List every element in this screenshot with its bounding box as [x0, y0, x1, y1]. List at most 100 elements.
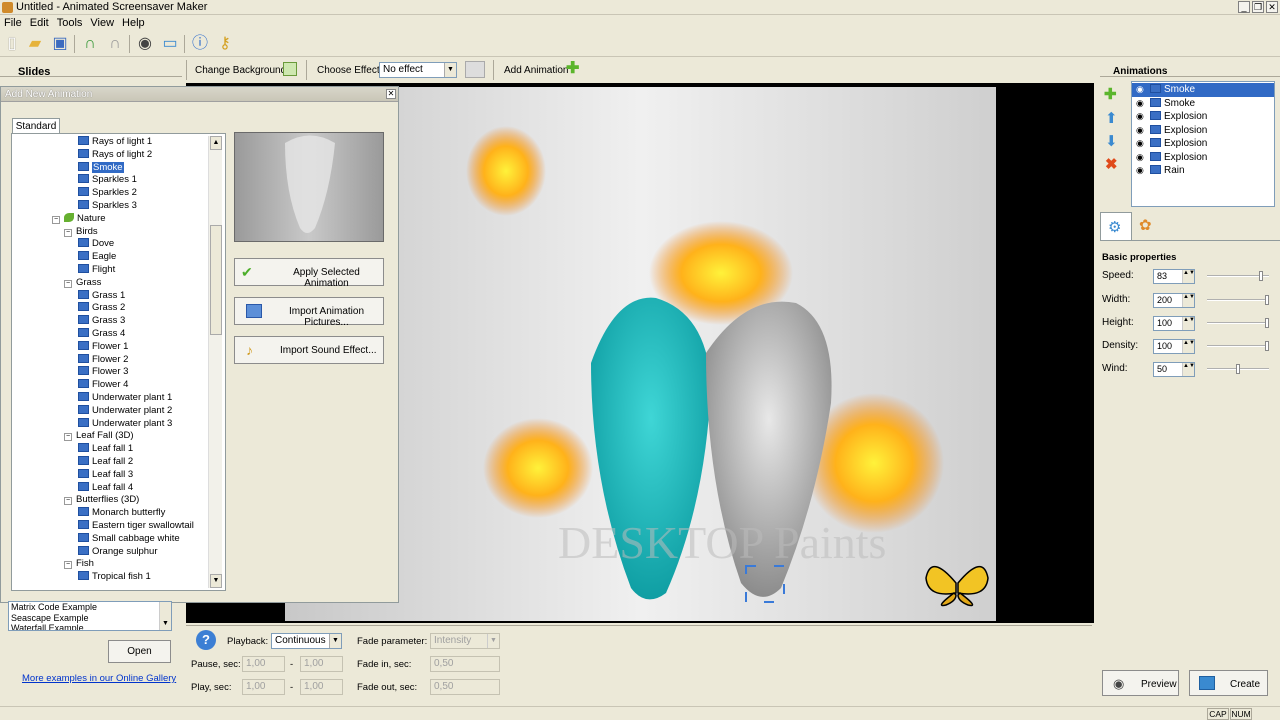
slider-thumb[interactable]	[1265, 341, 1269, 351]
tree-item[interactable]: Leaf fall 4	[14, 481, 210, 495]
open-folder-icon[interactable]: ▰	[25, 34, 45, 54]
visibility-eye-icon[interactable]: ◉	[1136, 151, 1148, 165]
property-slider[interactable]	[1207, 341, 1269, 351]
import-animation-pictures-button[interactable]: Import Animation Pictures...	[234, 297, 384, 328]
examples-list[interactable]: Matrix Code Example Seascape Example Wat…	[8, 601, 172, 631]
tab-basic-properties[interactable]: ⚙	[1100, 212, 1132, 240]
slider-thumb[interactable]	[1265, 295, 1269, 305]
tree-item[interactable]: Small cabbage white	[14, 532, 210, 546]
tree-item[interactable]: Sparkles 1	[14, 174, 210, 187]
tree-item[interactable]: Underwater plant 3	[14, 417, 210, 431]
play-from-input[interactable]: 1,00	[242, 679, 285, 695]
spinner-arrows-icon[interactable]: ▲▼	[1182, 294, 1195, 307]
collapse-toggle-icon[interactable]: −	[64, 497, 72, 506]
tree-item[interactable]: Rays of light 2	[14, 148, 210, 162]
slider-thumb[interactable]	[1265, 318, 1269, 328]
dialog-close-icon[interactable]: ✕	[386, 89, 396, 99]
tree-item[interactable]: − Birds	[14, 226, 210, 239]
fade-out-input[interactable]: 0,50	[430, 679, 500, 695]
tree-item[interactable]: Grass 2	[14, 302, 210, 315]
spinner-arrows-icon[interactable]: ▲▼	[1182, 270, 1195, 283]
animation-list-item[interactable]: ◉ Explosion	[1132, 151, 1274, 165]
save-icon[interactable]: ▣	[50, 34, 70, 54]
tree-item[interactable]: Grass 4	[14, 327, 210, 341]
visibility-eye-icon[interactable]: ◉	[1136, 164, 1148, 178]
add-plus-icon[interactable]: ✚	[566, 61, 579, 77]
scroll-thumb[interactable]	[210, 225, 222, 335]
effect-select[interactable]: No effect ▼	[379, 62, 457, 78]
preview-button[interactable]: ◉ Preview	[1102, 670, 1179, 696]
open-button[interactable]: Open	[108, 640, 171, 663]
add-animation-button[interactable]: Add Animation	[504, 65, 569, 76]
menu-edit[interactable]: Edit	[26, 15, 53, 31]
fade-parameter-select[interactable]: Intensity ▼	[430, 633, 500, 649]
scroll-down-icon[interactable]: ▼	[210, 574, 222, 588]
background-image-icon[interactable]	[283, 62, 297, 76]
tree-item[interactable]: Eastern tiger swallowtail	[14, 519, 210, 533]
menu-file[interactable]: File	[0, 15, 26, 31]
tree-item[interactable]: Leaf fall 2	[14, 455, 210, 469]
animation-list-item[interactable]: ◉ Explosion	[1132, 137, 1274, 151]
spinner-arrows-icon[interactable]: ▲▼	[1182, 317, 1195, 330]
key-icon[interactable]: ⚷	[215, 34, 235, 54]
explosion-sprite[interactable]	[466, 126, 546, 216]
visibility-eye-icon[interactable]: ◉	[1136, 137, 1148, 151]
tree-item[interactable]: Tropical fish 1	[14, 571, 210, 584]
tree-item[interactable]: Eagle	[14, 251, 210, 264]
slider-thumb[interactable]	[1236, 364, 1240, 374]
animation-tree[interactable]: Rays of light 1 Rays of light 2 Smoke Spark…	[14, 136, 210, 588]
tree-item[interactable]: Dove	[14, 238, 210, 251]
tree-item[interactable]: Flower 3	[14, 366, 210, 379]
play-to-input[interactable]: 1,00	[300, 679, 343, 695]
tree-item[interactable]: Underwater plant 2	[14, 404, 210, 418]
tree-item[interactable]: − Grass	[14, 277, 210, 290]
property-spinner[interactable]: 50 ▲▼	[1153, 362, 1195, 377]
visibility-eye-icon[interactable]: ◉	[1136, 110, 1148, 124]
collapse-toggle-icon[interactable]: −	[64, 433, 72, 442]
tree-item[interactable]: Flower 2	[14, 353, 210, 367]
property-spinner[interactable]: 100 ▲▼	[1153, 316, 1195, 331]
tree-item[interactable]: − Leaf Fall (3D)	[14, 430, 210, 443]
animation-list-item[interactable]: ◉ Explosion	[1132, 110, 1274, 124]
add-animation-plus-icon[interactable]: ✚	[1104, 85, 1117, 103]
tree-item[interactable]: − Fish	[14, 558, 210, 571]
list-item[interactable]: Waterfall Example	[9, 623, 171, 630]
move-down-arrow-icon[interactable]: ⬇	[1105, 132, 1118, 150]
tree-item[interactable]: Flight	[14, 263, 210, 277]
tree-item[interactable]: Grass 1	[14, 289, 210, 303]
visibility-eye-icon[interactable]: ◉	[1136, 124, 1148, 138]
undo-icon[interactable]: ∩	[80, 34, 100, 54]
tree-item[interactable]: Underwater plant 1	[14, 391, 210, 405]
property-slider[interactable]	[1207, 295, 1269, 305]
property-slider[interactable]	[1207, 271, 1269, 281]
minimize-icon[interactable]: _	[1238, 1, 1250, 13]
animation-list-item[interactable]: ◉ Smoke	[1132, 97, 1274, 111]
collapse-toggle-icon[interactable]: −	[64, 279, 72, 288]
tree-item[interactable]: Orange sulphur	[14, 545, 210, 559]
animations-list[interactable]: ◉ Smoke ◉ Smoke ◉ Explosion ◉ Explosion ◉ Explosi…	[1131, 81, 1275, 207]
playback-select[interactable]: Continuous ▼	[271, 633, 342, 649]
tab-appearance[interactable]: ✿	[1137, 215, 1159, 237]
help-icon[interactable]: ?	[196, 630, 216, 650]
animation-list-item[interactable]: ◉ Explosion	[1132, 124, 1274, 138]
info-icon[interactable]: ⓘ	[190, 34, 210, 54]
visibility-eye-icon[interactable]: ◉	[1136, 97, 1148, 111]
menu-view[interactable]: View	[86, 15, 118, 31]
effect-settings-button[interactable]	[465, 61, 485, 78]
property-slider[interactable]	[1207, 318, 1269, 328]
property-spinner[interactable]: 100 ▲▼	[1153, 339, 1195, 354]
tree-item[interactable]: Sparkles 3	[14, 199, 210, 213]
animation-list-item[interactable]: ◉ Smoke	[1132, 83, 1274, 97]
collapse-toggle-icon[interactable]: −	[64, 561, 72, 570]
property-spinner[interactable]: 83 ▲▼	[1153, 269, 1195, 284]
preview-eye-icon[interactable]: ◉	[135, 34, 155, 54]
menu-help[interactable]: Help	[118, 15, 149, 31]
monitor-icon[interactable]: ▭	[160, 34, 180, 54]
new-file-icon[interactable]: ▯	[2, 34, 22, 54]
close-icon[interactable]: ✕	[1266, 1, 1278, 13]
tree-item[interactable]: Rays of light 1	[14, 136, 210, 149]
redo-icon[interactable]: ∩	[105, 34, 125, 54]
tree-item[interactable]: Leaf fall 1	[14, 443, 210, 456]
tree-item[interactable]: Sparkles 2	[14, 187, 210, 200]
tree-item[interactable]: Flower 4	[14, 379, 210, 392]
